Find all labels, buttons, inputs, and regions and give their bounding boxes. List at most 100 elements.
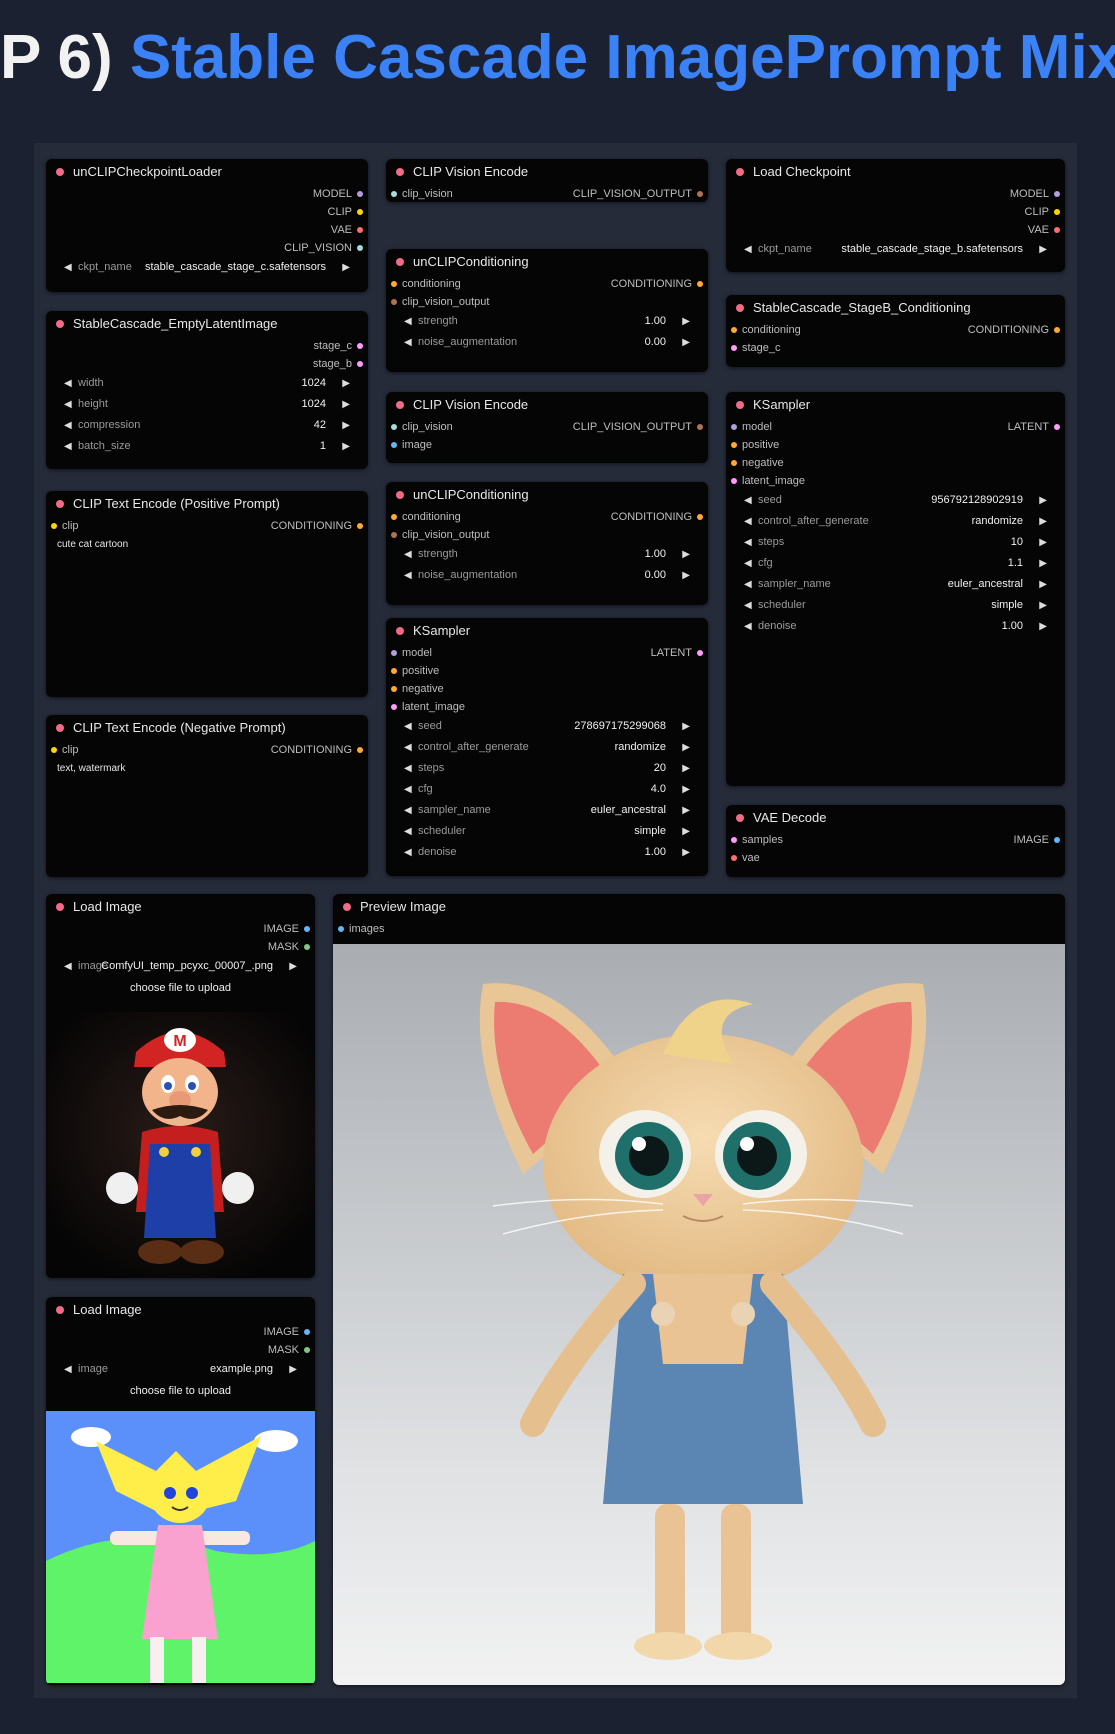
input-slot-latent-image[interactable]: latent_image	[386, 698, 708, 716]
image-file-combo[interactable]: ◀ image ComfyUI_temp_pcyxc_00007_.png ▶	[64, 956, 297, 977]
node-unclip-checkpoint-loader[interactable]: unCLIPCheckpointLoader MODEL CLIP VAE CL…	[46, 159, 368, 292]
input-dot[interactable]	[731, 442, 737, 448]
output-slot-clip[interactable]: CLIP	[726, 203, 1065, 221]
node-load-image-1[interactable]: Load Image IMAGE MASK ◀ image ComfyUI_temp…	[46, 894, 315, 1278]
io-row[interactable]: conditioning CONDITIONING	[386, 508, 708, 526]
node-load-checkpoint[interactable]: Load Checkpoint MODEL CLIP VAE ◀ ckpt_nam…	[726, 159, 1065, 272]
increment-arrow[interactable]: ▶	[342, 373, 350, 394]
increment-arrow[interactable]: ▶	[682, 565, 690, 586]
node-ksampler-stage-c[interactable]: KSampler model LATENT positive negative l…	[386, 618, 708, 876]
node-load-image-2[interactable]: Load Image IMAGE MASK ◀ image example.png ▶…	[46, 1297, 315, 1685]
output-dot[interactable]	[304, 1329, 310, 1335]
io-row[interactable]: conditioning CONDITIONING	[386, 275, 708, 293]
input-dot[interactable]	[338, 926, 344, 932]
increment-arrow[interactable]: ▶	[682, 758, 690, 779]
input-slot-positive[interactable]: positive	[386, 662, 708, 680]
increment-arrow[interactable]: ▶	[1039, 574, 1047, 595]
input-dot[interactable]	[731, 855, 737, 861]
node-clip-vision-encode-1[interactable]: CLIP Vision Encode clip_vision CLIP_VISIO…	[386, 159, 708, 202]
output-slot-image[interactable]: IMAGE	[46, 920, 315, 938]
increment-arrow[interactable]: ▶	[342, 415, 350, 436]
increment-arrow[interactable]: ▶	[1039, 553, 1047, 574]
input-slot-clip-vision-output[interactable]: clip_vision_output	[386, 293, 708, 311]
node-title[interactable]: Load Image	[46, 1297, 315, 1323]
noise-augmentation-widget[interactable]: ◀ noise_augmentation 0.00 ▶	[404, 565, 690, 586]
decrement-arrow[interactable]: ◀	[64, 257, 72, 278]
cfg-widget[interactable]: ◀ cfg 1.1 ▶	[744, 553, 1047, 574]
node-title[interactable]: VAE Decode	[726, 805, 1065, 831]
output-slot-vae[interactable]: VAE	[46, 221, 368, 239]
node-clip-text-encode-negative[interactable]: CLIP Text Encode (Negative Prompt) clip C…	[46, 715, 368, 877]
output-dot[interactable]	[1054, 424, 1060, 430]
node-title[interactable]: Load Checkpoint	[726, 159, 1065, 185]
width-widget[interactable]: ◀ width 1024 ▶	[64, 373, 350, 394]
node-title[interactable]: KSampler	[386, 618, 708, 644]
input-dot[interactable]	[391, 442, 397, 448]
output-dot[interactable]	[1054, 227, 1060, 233]
compression-widget[interactable]: ◀ compression 42 ▶	[64, 415, 350, 436]
strength-widget[interactable]: ◀ strength 1.00 ▶	[404, 311, 690, 332]
increment-arrow[interactable]: ▶	[289, 1359, 297, 1380]
strength-widget[interactable]: ◀ strength 1.00 ▶	[404, 544, 690, 565]
output-slot-vae[interactable]: VAE	[726, 221, 1065, 239]
output-dot[interactable]	[1054, 327, 1060, 333]
input-dot[interactable]	[51, 523, 57, 529]
node-title[interactable]: Preview Image	[333, 894, 1065, 920]
io-row[interactable]: clip CONDITIONING	[46, 741, 368, 759]
input-dot[interactable]	[731, 478, 737, 484]
output-dot[interactable]	[357, 209, 363, 215]
increment-arrow[interactable]: ▶	[682, 821, 690, 842]
input-slot-clip-vision-output[interactable]: clip_vision_output	[386, 526, 708, 544]
decrement-arrow[interactable]: ◀	[404, 544, 412, 565]
node-empty-latent-image[interactable]: StableCascade_EmptyLatentImage stage_c s…	[46, 311, 368, 469]
input-dot[interactable]	[731, 424, 737, 430]
node-stageb-conditioning[interactable]: StableCascade_StageB_Conditioning condit…	[726, 295, 1065, 367]
ckpt-name-combo[interactable]: ◀ ckpt_name stable_cascade_stage_c.safeten…	[64, 257, 350, 278]
increment-arrow[interactable]: ▶	[682, 332, 690, 353]
node-title[interactable]: StableCascade_EmptyLatentImage	[46, 311, 368, 337]
output-slot-stage-b[interactable]: stage_b	[46, 355, 368, 373]
decrement-arrow[interactable]: ◀	[64, 373, 72, 394]
output-dot[interactable]	[357, 747, 363, 753]
scheduler-widget[interactable]: ◀ scheduler simple ▶	[404, 821, 690, 842]
decrement-arrow[interactable]: ◀	[404, 758, 412, 779]
node-graph-canvas[interactable]: unCLIPCheckpointLoader MODEL CLIP VAE CL…	[34, 143, 1077, 1698]
increment-arrow[interactable]: ▶	[1039, 239, 1047, 260]
output-dot[interactable]	[357, 361, 363, 367]
node-title[interactable]: KSampler	[726, 392, 1065, 418]
noise-augmentation-widget[interactable]: ◀ noise_augmentation 0.00 ▶	[404, 332, 690, 353]
increment-arrow[interactable]: ▶	[289, 956, 297, 977]
decrement-arrow[interactable]: ◀	[404, 716, 412, 737]
decrement-arrow[interactable]: ◀	[744, 490, 752, 511]
node-title[interactable]: unCLIPConditioning	[386, 482, 708, 508]
decrement-arrow[interactable]: ◀	[404, 332, 412, 353]
input-slot-stage-c[interactable]: stage_c	[726, 339, 1065, 357]
output-dot[interactable]	[697, 424, 703, 430]
increment-arrow[interactable]: ▶	[342, 394, 350, 415]
input-dot[interactable]	[391, 704, 397, 710]
image-file-combo[interactable]: ◀ image example.png ▶	[64, 1359, 297, 1380]
choose-file-button[interactable]: choose file to upload	[46, 1380, 315, 1402]
output-dot[interactable]	[1054, 209, 1060, 215]
input-slot-negative[interactable]: negative	[726, 454, 1065, 472]
input-dot[interactable]	[731, 345, 737, 351]
output-dot[interactable]	[1054, 837, 1060, 843]
output-dot[interactable]	[1054, 191, 1060, 197]
decrement-arrow[interactable]: ◀	[404, 779, 412, 800]
io-row[interactable]: model LATENT	[386, 644, 708, 662]
output-slot-clip-vision[interactable]: CLIP_VISION	[46, 239, 368, 257]
decrement-arrow[interactable]: ◀	[744, 532, 752, 553]
output-dot[interactable]	[304, 944, 310, 950]
increment-arrow[interactable]: ▶	[682, 544, 690, 565]
node-title[interactable]: CLIP Text Encode (Positive Prompt)	[46, 491, 368, 517]
input-slot-latent-image[interactable]: latent_image	[726, 472, 1065, 490]
increment-arrow[interactable]: ▶	[682, 716, 690, 737]
input-slot-negative[interactable]: negative	[386, 680, 708, 698]
seed-widget[interactable]: ◀ seed 278697175299068 ▶	[404, 716, 690, 737]
decrement-arrow[interactable]: ◀	[744, 574, 752, 595]
decrement-arrow[interactable]: ◀	[404, 821, 412, 842]
denoise-widget[interactable]: ◀ denoise 1.00 ▶	[744, 616, 1047, 637]
increment-arrow[interactable]: ▶	[342, 257, 350, 278]
input-dot[interactable]	[391, 532, 397, 538]
increment-arrow[interactable]: ▶	[682, 779, 690, 800]
